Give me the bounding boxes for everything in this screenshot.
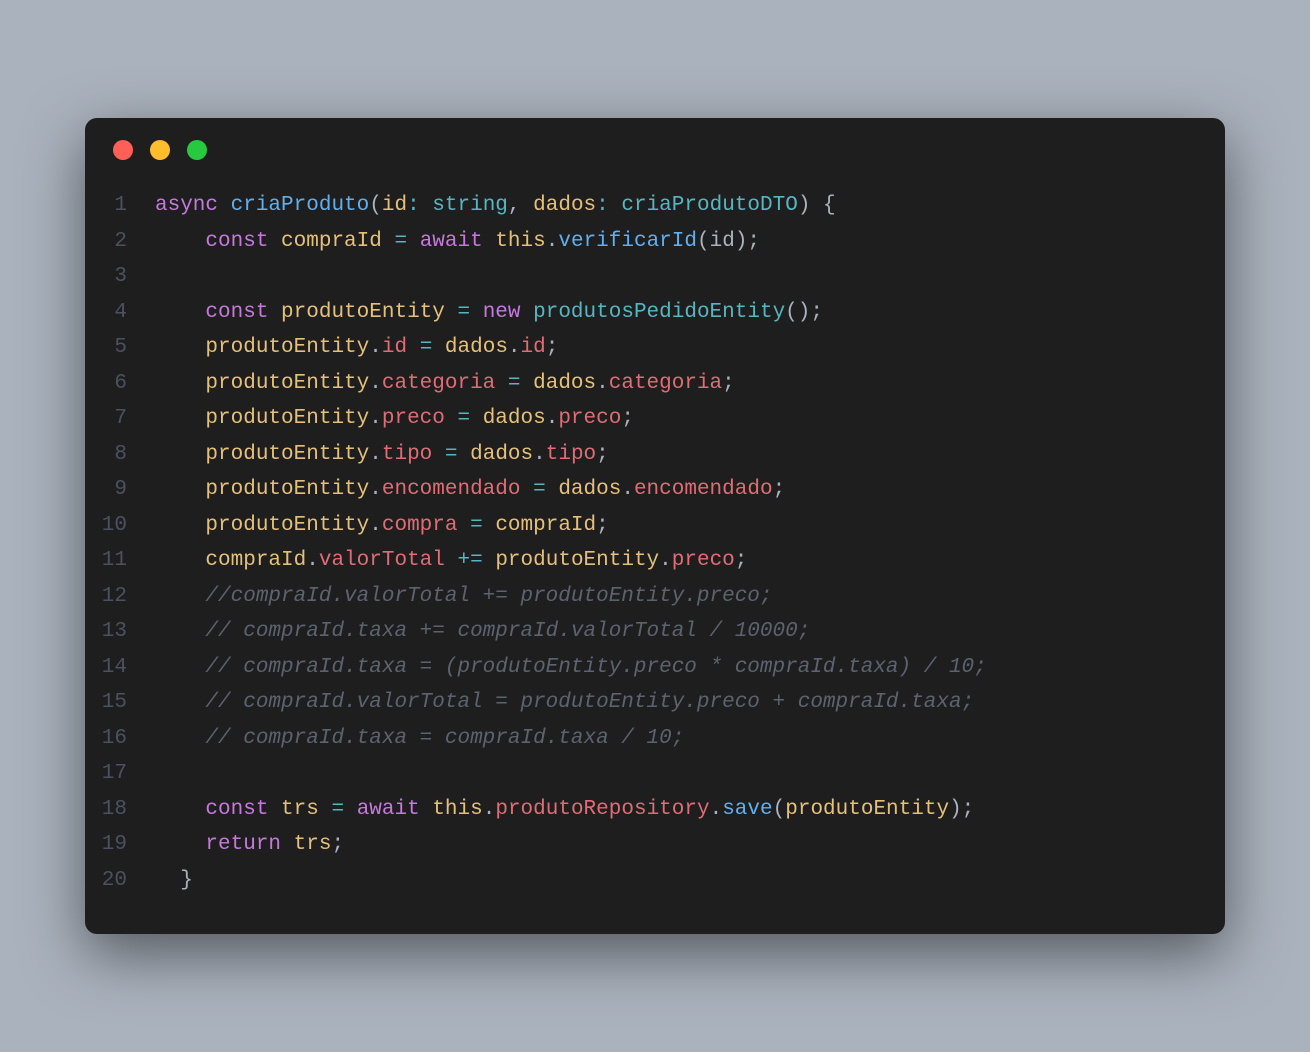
line-number: 10 — [85, 508, 155, 544]
code-content — [155, 259, 1225, 295]
line-number: 16 — [85, 721, 155, 757]
code-line: 17 — [85, 756, 1225, 792]
code-line: 3 — [85, 259, 1225, 295]
code-line: 6 produtoEntity.categoria = dados.catego… — [85, 366, 1225, 402]
code-content: const produtoEntity = new produtosPedido… — [155, 295, 1225, 331]
code-line: 19 return trs; — [85, 827, 1225, 863]
code-content: // compraId.taxa += compraId.valorTotal … — [155, 614, 1225, 650]
code-line: 10 produtoEntity.compra = compraId; — [85, 508, 1225, 544]
line-number: 11 — [85, 543, 155, 579]
code-content: async criaProduto(id: string, dados: cri… — [155, 188, 1225, 224]
line-number: 3 — [85, 259, 155, 295]
code-line: 11 compraId.valorTotal += produtoEntity.… — [85, 543, 1225, 579]
code-content: produtoEntity.categoria = dados.categori… — [155, 366, 1225, 402]
code-line: 14 // compraId.taxa = (produtoEntity.pre… — [85, 650, 1225, 686]
line-number: 14 — [85, 650, 155, 686]
code-content: return trs; — [155, 827, 1225, 863]
line-number: 7 — [85, 401, 155, 437]
code-window: 1async criaProduto(id: string, dados: cr… — [85, 118, 1225, 934]
code-content — [155, 756, 1225, 792]
line-number: 15 — [85, 685, 155, 721]
code-line: 16 // compraId.taxa = compraId.taxa / 10… — [85, 721, 1225, 757]
code-content: produtoEntity.compra = compraId; — [155, 508, 1225, 544]
code-content: produtoEntity.encomendado = dados.encome… — [155, 472, 1225, 508]
code-content: produtoEntity.tipo = dados.tipo; — [155, 437, 1225, 473]
line-number: 5 — [85, 330, 155, 366]
code-content: produtoEntity.preco = dados.preco; — [155, 401, 1225, 437]
line-number: 6 — [85, 366, 155, 402]
code-line: 5 produtoEntity.id = dados.id; — [85, 330, 1225, 366]
code-line: 1async criaProduto(id: string, dados: cr… — [85, 188, 1225, 224]
close-icon[interactable] — [113, 140, 133, 160]
window-titlebar — [85, 118, 1225, 172]
code-line: 12 //compraId.valorTotal += produtoEntit… — [85, 579, 1225, 615]
code-content: produtoEntity.id = dados.id; — [155, 330, 1225, 366]
code-editor[interactable]: 1async criaProduto(id: string, dados: cr… — [85, 172, 1225, 934]
line-number: 12 — [85, 579, 155, 615]
code-content: const trs = await this.produtoRepository… — [155, 792, 1225, 828]
code-line: 2 const compraId = await this.verificarI… — [85, 224, 1225, 260]
line-number: 20 — [85, 863, 155, 899]
code-line: 15 // compraId.valorTotal = produtoEntit… — [85, 685, 1225, 721]
code-content: // compraId.valorTotal = produtoEntity.p… — [155, 685, 1225, 721]
line-number: 1 — [85, 188, 155, 224]
maximize-icon[interactable] — [187, 140, 207, 160]
line-number: 9 — [85, 472, 155, 508]
line-number: 17 — [85, 756, 155, 792]
code-line: 13 // compraId.taxa += compraId.valorTot… — [85, 614, 1225, 650]
code-content: // compraId.taxa = (produtoEntity.preco … — [155, 650, 1225, 686]
line-number: 19 — [85, 827, 155, 863]
code-content: const compraId = await this.verificarId(… — [155, 224, 1225, 260]
code-content: compraId.valorTotal += produtoEntity.pre… — [155, 543, 1225, 579]
code-line: 18 const trs = await this.produtoReposit… — [85, 792, 1225, 828]
code-line: 7 produtoEntity.preco = dados.preco; — [85, 401, 1225, 437]
code-line: 9 produtoEntity.encomendado = dados.enco… — [85, 472, 1225, 508]
minimize-icon[interactable] — [150, 140, 170, 160]
code-line: 20 } — [85, 863, 1225, 899]
line-number: 18 — [85, 792, 155, 828]
code-content: } — [155, 863, 1225, 899]
code-line: 4 const produtoEntity = new produtosPedi… — [85, 295, 1225, 331]
line-number: 13 — [85, 614, 155, 650]
line-number: 2 — [85, 224, 155, 260]
line-number: 4 — [85, 295, 155, 331]
line-number: 8 — [85, 437, 155, 473]
code-content: //compraId.valorTotal += produtoEntity.p… — [155, 579, 1225, 615]
code-line: 8 produtoEntity.tipo = dados.tipo; — [85, 437, 1225, 473]
code-content: // compraId.taxa = compraId.taxa / 10; — [155, 721, 1225, 757]
